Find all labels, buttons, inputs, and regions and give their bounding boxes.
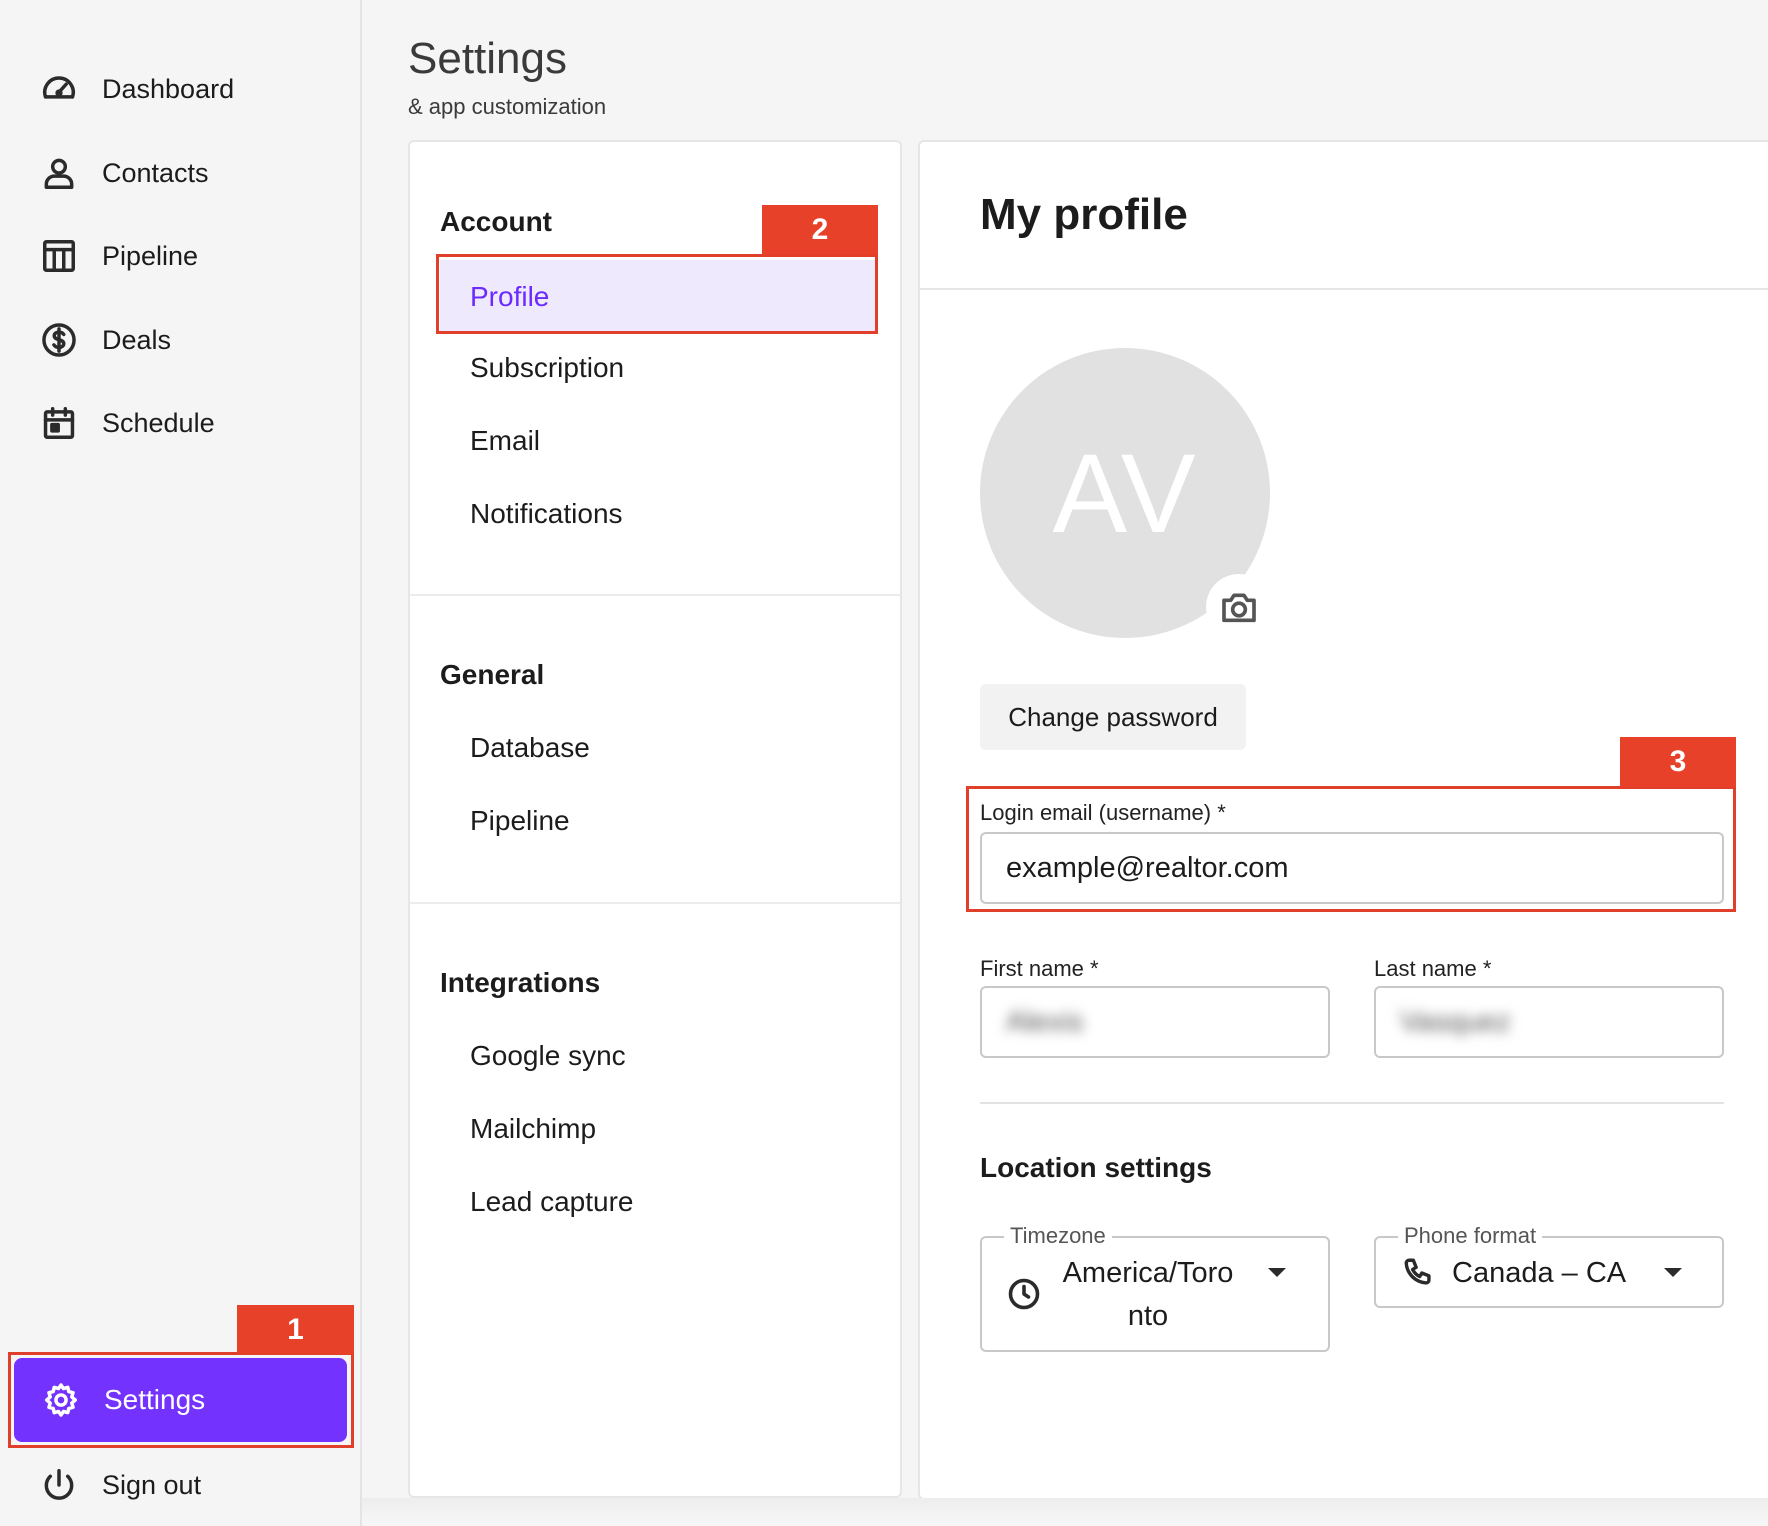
section-divider [980,1102,1724,1104]
power-icon [38,1464,80,1506]
sidebar-item-deals[interactable]: Deals [38,317,171,363]
subnav-item-email[interactable]: Email [470,425,540,457]
timezone-select[interactable]: Timezone America/Toronto [980,1223,1330,1352]
subnav-item-profile[interactable]: Profile [440,260,876,334]
sidebar-item-dashboard[interactable]: Dashboard [38,66,234,112]
sidebar-item-label: Dashboard [102,73,235,104]
sign-out-label: Sign out [102,1469,202,1500]
subnav-divider [410,902,900,904]
calendar-icon [38,402,80,444]
gear-icon [40,1379,82,1421]
phone-format-label: Phone format [1398,1223,1543,1249]
sidebar-item-settings[interactable]: Settings [14,1358,347,1442]
profile-panel: My profile AV Change password Login emai… [918,140,1768,1500]
page-title: Settings [408,34,567,83]
sign-out-button[interactable]: Sign out [38,1462,201,1508]
sidebar-item-label: Settings [104,1384,206,1415]
subnav-heading-general: General [440,659,545,690]
clock-icon [1008,1278,1040,1310]
callout-tag-2: 2 [762,205,878,255]
sidebar-item-label: Contacts [102,157,209,188]
phone-icon [1404,1258,1431,1285]
sidebar-item-label: Deals [102,324,172,355]
last-name-value: Vasquez [1400,1005,1511,1038]
first-name-input[interactable]: Alexis [980,986,1330,1058]
sidebar-item-schedule[interactable]: Schedule [38,400,215,446]
chevron-down-icon [1664,1268,1682,1277]
page-subtitle: & app customization [408,94,607,119]
first-name-label: First name * [980,956,1099,981]
last-name-label: Last name * [1374,956,1492,981]
speedometer-icon [38,68,80,110]
subnav-item-database[interactable]: Database [470,732,590,764]
sidebar-item-contacts[interactable]: Contacts [38,150,209,196]
profile-title: My profile [980,190,1188,239]
subnav-heading-account: Account [440,206,552,237]
subnav-item-notifications[interactable]: Notifications [470,498,623,530]
subnav-item-google-sync[interactable]: Google sync [470,1040,626,1072]
change-photo-button[interactable] [1206,574,1272,640]
last-name-input[interactable]: Vasquez [1374,986,1724,1058]
timezone-value: America/Toronto [1062,1257,1234,1332]
login-email-input[interactable]: example@realtor.com [980,832,1724,904]
app-sidebar: Dashboard Contacts Pipeline Deals Schedu… [0,0,362,1526]
phone-format-value: Canada – CA [1452,1257,1627,1289]
subnav-item-mailchimp[interactable]: Mailchimp [470,1113,596,1145]
first-name-value: Alexis [1006,1005,1084,1038]
subnav-divider [410,594,900,596]
timezone-label: Timezone [1004,1223,1112,1249]
sidebar-item-pipeline[interactable]: Pipeline [38,233,198,279]
person-icon [38,152,80,194]
bottom-edge [362,1498,1768,1526]
subnav-item-lead-capture[interactable]: Lead capture [470,1186,633,1218]
subnav-heading-integrations: Integrations [440,967,601,998]
sidebar-item-label: Pipeline [102,240,199,271]
settings-subnav: Account Profile Subscription Email Notif… [408,140,902,1498]
callout-tag-1: 1 [237,1305,354,1354]
change-password-button[interactable]: Change password [980,684,1246,750]
camera-icon [1222,593,1256,623]
login-email-label: Login email (username) * [980,800,1226,825]
location-settings-title: Location settings [980,1152,1212,1183]
dollar-circle-icon [38,319,80,361]
phone-format-select[interactable]: Phone format Canada – CA [1374,1223,1724,1308]
profile-divider [920,288,1768,290]
chevron-down-icon [1268,1268,1286,1277]
pipeline-board-icon [38,235,80,277]
callout-tag-3: 3 [1620,737,1736,787]
subnav-item-subscription[interactable]: Subscription [470,352,624,384]
sidebar-item-label: Schedule [102,407,215,438]
subnav-item-pipeline[interactable]: Pipeline [470,805,570,837]
